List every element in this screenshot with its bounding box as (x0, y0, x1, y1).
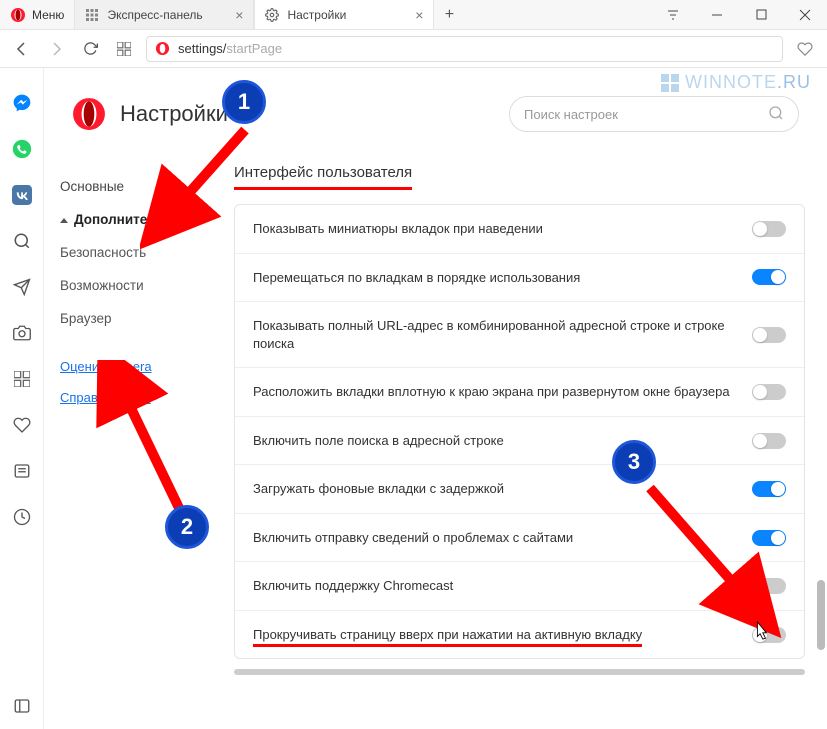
grid-icon (85, 8, 99, 22)
url-text-dark: settings/ (178, 41, 226, 56)
horizontal-scrollbar[interactable] (234, 669, 805, 675)
new-tab-button[interactable]: + (434, 0, 464, 29)
nav-browser[interactable]: Браузер (54, 302, 224, 335)
settings-row-label: Расположить вкладки вплотную к краю экра… (253, 383, 740, 401)
url-input[interactable]: settings/startPage (146, 36, 783, 62)
camera-icon[interactable] (11, 322, 33, 344)
settings-row: Показывать миниатюры вкладок при наведен… (235, 205, 804, 254)
search-icon[interactable] (11, 230, 33, 252)
heart-icon[interactable] (11, 414, 33, 436)
annotation-arrow-2 (95, 360, 215, 530)
settings-row-label: Показывать полный URL-адрес в комбиниров… (253, 317, 740, 352)
toggle-switch[interactable] (752, 269, 786, 285)
settings-row-label: Перемещаться по вкладкам в порядке испол… (253, 269, 740, 287)
vk-icon[interactable] (11, 184, 33, 206)
minimize-icon[interactable] (695, 0, 739, 29)
mouse-cursor-icon (752, 620, 770, 642)
address-bar: settings/startPage (0, 30, 827, 68)
tab-label: Экспресс-панель (107, 8, 202, 22)
tab-settings[interactable]: Настройки × (254, 0, 434, 29)
sidebar-toggle-icon[interactable] (11, 695, 33, 717)
news-icon[interactable] (11, 460, 33, 482)
nav-features[interactable]: Возможности (54, 269, 224, 302)
window-titlebar: Меню Экспресс-панель × Настройки × + (0, 0, 827, 30)
toggle-switch[interactable] (752, 433, 786, 449)
settings-panel: Интерфейс пользователя Показывать миниат… (224, 146, 827, 729)
settings-row: Показывать полный URL-адрес в комбиниров… (235, 302, 804, 368)
settings-row: Расположить вкладки вплотную к краю экра… (235, 368, 804, 417)
annotation-bubble-1: 1 (222, 80, 266, 124)
tab-label: Настройки (287, 8, 346, 22)
whatsapp-icon[interactable] (11, 138, 33, 160)
bookmark-heart-icon[interactable] (793, 37, 817, 61)
settings-search-input[interactable]: Поиск настроек (509, 96, 799, 132)
toggle-switch[interactable] (752, 384, 786, 400)
toggle-switch[interactable] (752, 327, 786, 343)
gear-icon (265, 8, 279, 22)
annotation-arrow-1 (140, 120, 270, 250)
opera-badge-icon (155, 41, 170, 56)
maximize-icon[interactable] (739, 0, 783, 29)
search-placeholder: Поиск настроек (524, 107, 618, 122)
vertical-scrollbar[interactable] (817, 580, 825, 650)
magnifier-icon (768, 105, 784, 124)
opera-logo-icon (72, 97, 106, 131)
easy-setup-icon[interactable] (651, 0, 695, 29)
annotation-bubble-2: 2 (165, 505, 209, 549)
close-tab-icon[interactable]: × (415, 7, 423, 23)
window-controls (651, 0, 827, 29)
settings-row: Включить поле поиска в адресной строке (235, 417, 804, 466)
close-window-icon[interactable] (783, 0, 827, 29)
speed-dial-button[interactable] (112, 37, 136, 61)
back-button[interactable] (10, 37, 34, 61)
icon-sidebar (0, 68, 44, 729)
app-menu-label: Меню (32, 8, 64, 22)
messenger-icon[interactable] (11, 92, 33, 114)
url-text-dim: startPage (226, 41, 282, 56)
reload-button[interactable] (78, 37, 102, 61)
annotation-arrow-3 (640, 478, 800, 638)
toggle-switch[interactable] (752, 221, 786, 237)
forward-button[interactable] (44, 37, 68, 61)
opera-logo-icon (10, 7, 26, 23)
send-icon[interactable] (11, 276, 33, 298)
history-icon[interactable] (11, 506, 33, 528)
close-tab-icon[interactable]: × (235, 7, 243, 23)
tab-speed-dial[interactable]: Экспресс-панель × (74, 0, 254, 29)
app-menu-button[interactable]: Меню (0, 0, 74, 29)
settings-row-label: Включить поле поиска в адресной строке (253, 432, 740, 450)
extensions-icon[interactable] (11, 368, 33, 390)
settings-row: Перемещаться по вкладкам в порядке испол… (235, 254, 804, 303)
annotation-bubble-3: 3 (612, 440, 656, 484)
chevron-up-icon (60, 218, 68, 223)
settings-row-label: Показывать миниатюры вкладок при наведен… (253, 220, 740, 238)
